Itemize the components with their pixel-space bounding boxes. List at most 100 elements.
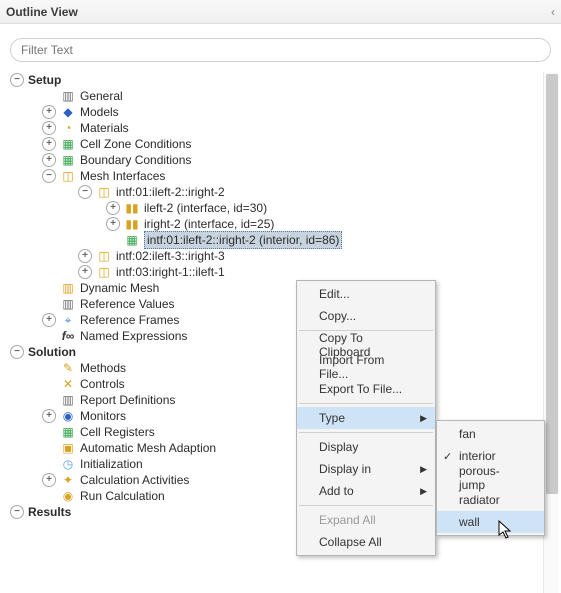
expand-toggle[interactable]: +	[42, 121, 56, 135]
menu-label: Add to	[319, 484, 354, 498]
tree-node-materials[interactable]: + ◔ Materials	[4, 120, 539, 136]
vertical-scrollbar[interactable]	[543, 72, 559, 593]
submenu-porous-jump[interactable]: porous-jump	[437, 467, 544, 489]
menu-type[interactable]: Type▶	[297, 407, 435, 429]
submenu-label: interior	[459, 449, 496, 463]
menu-label: Expand All	[319, 513, 376, 527]
tree-node-refframes[interactable]: + ⌖ Reference Frames	[4, 312, 539, 328]
function-icon: f∞	[60, 328, 76, 344]
scrollbar-thumb[interactable]	[546, 74, 558, 494]
tree-node-intf01b[interactable]: ▦ intf:01:ileft-2::iright-2 (interior, i…	[4, 232, 539, 248]
tree-node-cellzone[interactable]: + ▦ Cell Zone Conditions	[4, 136, 539, 152]
menu-display[interactable]: Display	[297, 436, 435, 458]
expand-toggle[interactable]: −	[10, 345, 24, 359]
expand-toggle[interactable]: +	[42, 153, 56, 167]
submenu-arrow-icon: ▶	[420, 486, 427, 497]
tree-node-ileft2[interactable]: + ▮▮ ileft-2 (interface, id=30)	[4, 200, 539, 216]
tree-label: Cell Zone Conditions	[80, 136, 191, 152]
expand-toggle[interactable]: +	[42, 409, 56, 423]
tree-node-namedexpr[interactable]: f∞ Named Expressions	[4, 328, 539, 344]
menu-edit[interactable]: Edit...	[297, 283, 435, 305]
menu-label: Import From File...	[319, 353, 405, 381]
menu-separator	[299, 505, 433, 506]
tree-label: intf:01:ileft-2::iright-2	[116, 184, 225, 200]
tree-node-intf02[interactable]: + ◫ intf:02:ileft-3::iright-3	[4, 248, 539, 264]
tree-node-solution[interactable]: − Solution	[4, 344, 539, 360]
tree-label: intf:02:ileft-3::iright-3	[116, 248, 225, 264]
tree-label: Monitors	[80, 408, 126, 424]
tree-node-iright2[interactable]: + ▮▮ iright-2 (interface, id=25)	[4, 216, 539, 232]
tree-label: Run Calculation	[80, 488, 165, 504]
tree-node-reportdef[interactable]: ▥ Report Definitions	[4, 392, 539, 408]
tree-node-intf01[interactable]: − ◫ intf:01:ileft-2::iright-2	[4, 184, 539, 200]
init-icon: ◷	[60, 456, 76, 472]
expand-toggle[interactable]: +	[42, 137, 56, 151]
report-icon: ▥	[60, 392, 76, 408]
runcalc-icon: ◉	[60, 488, 76, 504]
tree-label: intf:03:iright-1::ileft-1	[116, 264, 225, 280]
expand-toggle[interactable]: −	[78, 185, 92, 199]
interface-icon: ▮▮	[124, 200, 140, 216]
submenu-label: wall	[459, 515, 480, 529]
expand-toggle[interactable]: −	[10, 73, 24, 87]
tree-label: Methods	[80, 360, 126, 376]
tree-label: Calculation Activities	[80, 472, 189, 488]
filter-container	[0, 24, 561, 72]
tree-node-controls[interactable]: ✕ Controls	[4, 376, 539, 392]
menu-label: Edit...	[319, 287, 350, 301]
expand-toggle[interactable]: −	[42, 169, 56, 183]
file-icon: ▥	[60, 296, 76, 312]
tree-label: Initialization	[80, 456, 143, 472]
tree-node-dynmesh[interactable]: ▥ Dynamic Mesh	[4, 280, 539, 296]
tree-label: Boundary Conditions	[80, 152, 191, 168]
expand-toggle[interactable]: +	[42, 105, 56, 119]
expand-toggle[interactable]: +	[78, 249, 92, 263]
tree-label: Materials	[80, 120, 129, 136]
collapse-chevron-icon[interactable]: ‹	[551, 5, 555, 19]
menu-separator	[299, 403, 433, 404]
expand-toggle[interactable]: −	[10, 505, 24, 519]
submenu-fan[interactable]: fan	[437, 423, 544, 445]
titlebar: Outline View ‹	[0, 0, 561, 24]
expand-toggle[interactable]: +	[78, 265, 92, 279]
tree-node-methods[interactable]: ✎ Methods	[4, 360, 539, 376]
menu-collapse-all[interactable]: Collapse All	[297, 531, 435, 553]
tree-node-refvals[interactable]: ▥ Reference Values	[4, 296, 539, 312]
monitors-icon: ◉	[60, 408, 76, 424]
type-submenu: fan ✓interior porous-jump radiator wall	[436, 420, 545, 536]
tree-label: Reference Values	[80, 296, 175, 312]
tree-node-models[interactable]: + ◆ Models	[4, 104, 539, 120]
submenu-arrow-icon: ▶	[420, 464, 427, 475]
boundary-icon: ▦	[60, 152, 76, 168]
expand-toggle[interactable]: +	[106, 201, 120, 215]
controls-icon: ✕	[60, 376, 76, 392]
menu-copy[interactable]: Copy...	[297, 305, 435, 327]
tree-label: Results	[28, 504, 71, 520]
submenu-radiator[interactable]: radiator	[437, 489, 544, 511]
expand-toggle[interactable]: +	[106, 217, 120, 231]
models-icon: ◆	[60, 104, 76, 120]
menu-add-to[interactable]: Add to ▶	[297, 480, 435, 502]
cellzone-icon: ▦	[60, 136, 76, 152]
menu-import-file[interactable]: Import From File...	[297, 356, 435, 378]
filter-input[interactable]	[10, 38, 551, 62]
tree-node-meshif[interactable]: − ◫ Mesh Interfaces	[4, 168, 539, 184]
tree-label: Controls	[80, 376, 125, 392]
menu-display-in[interactable]: Display in ▶	[297, 458, 435, 480]
menu-label: Display in	[319, 462, 371, 476]
menu-export-file[interactable]: Export To File...	[297, 378, 435, 400]
materials-icon: ◔	[60, 120, 76, 136]
tree-label: iright-2 (interface, id=25)	[144, 216, 274, 232]
expand-toggle[interactable]: +	[42, 473, 56, 487]
menu-label: Export To File...	[319, 382, 402, 396]
tree-node-boundary[interactable]: + ▦ Boundary Conditions	[4, 152, 539, 168]
tree-node-general[interactable]: ▥ General	[4, 88, 539, 104]
expand-toggle[interactable]: +	[42, 313, 56, 327]
tree-label: Automatic Mesh Adaption	[80, 440, 216, 456]
interior-icon: ▦	[124, 232, 140, 248]
tree-node-intf03[interactable]: + ◫ intf:03:iright-1::ileft-1	[4, 264, 539, 280]
tree-node-setup[interactable]: − Setup	[4, 72, 539, 88]
tree-label: Mesh Interfaces	[80, 168, 165, 184]
submenu-wall[interactable]: wall	[437, 511, 544, 533]
tree-label: Reference Frames	[80, 312, 179, 328]
